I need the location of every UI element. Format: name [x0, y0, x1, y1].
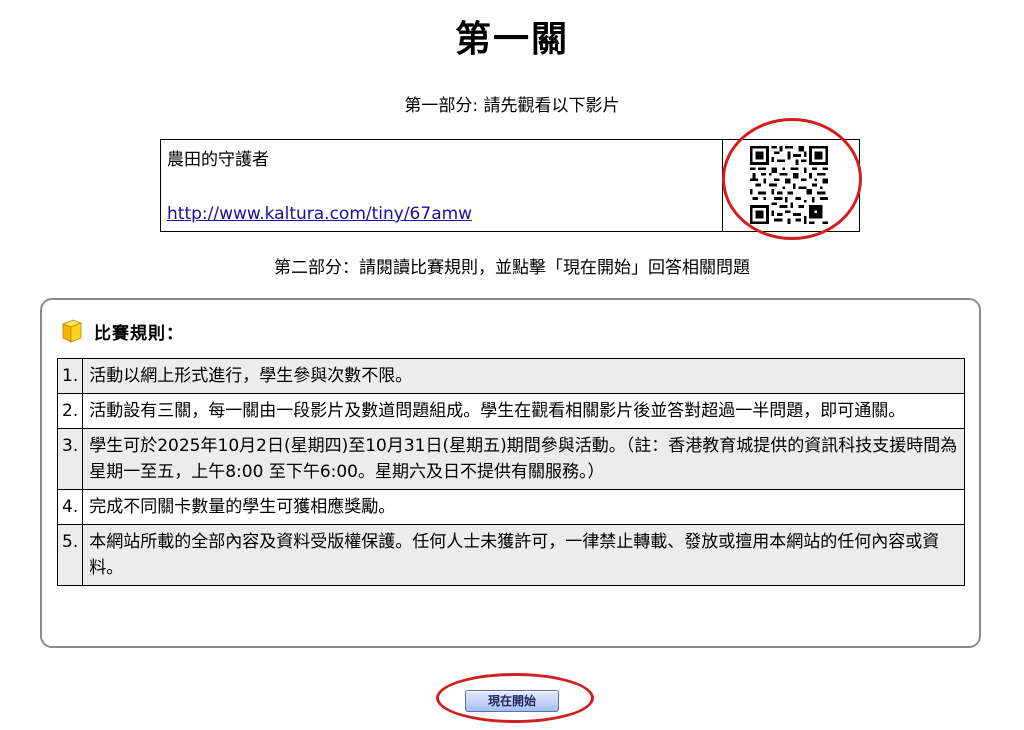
rules-table: 1. 活動以網上形式進行，學生參與次數不限。 2. 活動設有三關，每一關由一段影…	[56, 358, 965, 586]
video-table: 農田的守護者 http://www.kaltura.com/tiny/67amw	[160, 139, 860, 232]
rule-number: 1.	[56, 358, 84, 394]
rules-panel: 比賽規則： 1. 活動以網上形式進行，學生參與次數不限。 2. 活動設有三關，每…	[40, 298, 981, 648]
rules-row: 5. 本網站所載的全部內容及資料受版權保護。任何人士未獲許可，一律禁止轉載、發放…	[56, 524, 965, 586]
rule-number: 5.	[56, 524, 84, 586]
rule-text: 本網站所載的全部內容及資料受版權保護。任何人士未獲許可，一律禁止轉載、發放或擅用…	[82, 524, 965, 586]
qr-code-icon	[750, 146, 828, 224]
rules-row: 2. 活動設有三關，每一關由一段影片及數道問題組成。學生在觀看相關影片後並答對超…	[56, 393, 965, 429]
qr-cell	[722, 140, 859, 231]
rule-text: 學生可於2025年10月2日(星期四)至10月31日(星期五)期間參與活動。（註…	[82, 428, 965, 490]
page-title: 第一關	[454, 19, 569, 60]
rules-header: 比賽規則：	[60, 316, 184, 346]
rules-row: 3. 學生可於2025年10月2日(星期四)至10月31日(星期五)期間參與活動…	[56, 428, 965, 490]
rules-heading: 比賽規則：	[94, 323, 184, 344]
rules-row: 4. 完成不同關卡數量的學生可獲相應獎勵。	[56, 489, 965, 525]
video-title: 農田的守護者	[167, 150, 269, 170]
rule-number: 3.	[56, 428, 84, 490]
cube-icon	[61, 319, 83, 343]
rule-text: 活動設有三關，每一關由一段影片及數道問題組成。學生在觀看相關影片後並答對超過一半…	[82, 393, 965, 429]
rule-number: 2.	[56, 393, 84, 429]
rule-text: 活動以網上形式進行，學生參與次數不限。	[82, 358, 965, 394]
video-link[interactable]: http://www.kaltura.com/tiny/67amw	[167, 203, 472, 225]
rule-text: 完成不同關卡數量的學生可獲相應獎勵。	[82, 489, 965, 525]
video-info-cell: 農田的守護者 http://www.kaltura.com/tiny/67amw	[161, 140, 723, 231]
rules-row: 1. 活動以網上形式進行，學生參與次數不限。	[56, 358, 965, 394]
rule-number: 4.	[56, 489, 84, 525]
part1-caption: 第一部分: 請先觀看以下影片	[404, 96, 620, 116]
start-now-button[interactable]: 現在開始	[465, 690, 559, 712]
part2-caption: 第二部分：請閱讀比賽規則，並點擊「現在開始」回答相關問題	[274, 258, 750, 278]
